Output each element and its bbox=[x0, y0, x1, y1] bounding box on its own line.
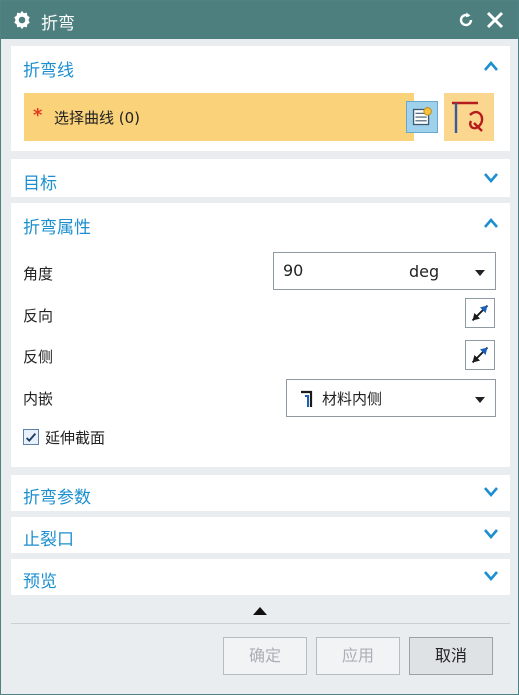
extend-section-label[interactable]: 延伸截面 bbox=[45, 427, 105, 448]
required-marker: * bbox=[33, 105, 43, 126]
reverse-direction-label: 反向 bbox=[23, 307, 54, 325]
relief-title: 止裂口 bbox=[23, 530, 74, 550]
checkmark-icon bbox=[25, 432, 37, 443]
inset-value: 材料内侧 bbox=[322, 390, 383, 408]
apply-button[interactable]: 应用 bbox=[316, 637, 400, 675]
footer-divider bbox=[11, 623, 510, 624]
chevron-up-icon[interactable] bbox=[483, 217, 499, 229]
relief-section[interactable]: 止裂口 bbox=[11, 517, 510, 553]
angle-value[interactable]: 90 bbox=[283, 261, 303, 280]
window-title: 折弯 bbox=[41, 14, 75, 34]
reset-icon[interactable] bbox=[456, 10, 476, 30]
title-bar[interactable]: 折弯 bbox=[1, 1, 518, 39]
bend-line-title[interactable]: 折弯线 bbox=[23, 56, 74, 81]
flip-direction-icon bbox=[471, 304, 489, 322]
material-inside-icon bbox=[301, 390, 313, 407]
preview-section[interactable]: 预览 bbox=[11, 559, 510, 595]
collapse-arrow-icon[interactable] bbox=[253, 607, 267, 615]
cancel-button[interactable]: 取消 bbox=[409, 637, 493, 675]
flip-side-icon bbox=[471, 346, 489, 364]
bend-dialog: 折弯 折弯线 * 选择曲线 (0) 目标 折弯属性 角度 90 deg 反向 反… bbox=[0, 0, 519, 695]
target-title: 目标 bbox=[23, 174, 57, 194]
sketch-curve-icon bbox=[452, 101, 484, 133]
flip-side-label: 反侧 bbox=[23, 348, 54, 366]
target-section[interactable]: 目标 bbox=[11, 159, 510, 197]
reverse-direction-button[interactable] bbox=[465, 298, 495, 328]
caret-down-icon[interactable] bbox=[475, 397, 485, 403]
select-curve-row[interactable]: * 选择曲线 (0) bbox=[24, 93, 414, 141]
preview-title: 预览 bbox=[23, 572, 57, 592]
gear-icon bbox=[14, 10, 30, 30]
angle-unit: deg bbox=[409, 262, 440, 281]
flip-side-button[interactable] bbox=[465, 340, 495, 370]
bend-parameters-section[interactable]: 折弯参数 bbox=[11, 475, 510, 511]
sketch-section-button[interactable] bbox=[444, 93, 494, 141]
ok-button[interactable]: 确定 bbox=[223, 637, 307, 675]
close-icon[interactable] bbox=[485, 10, 505, 30]
caret-down-icon[interactable] bbox=[475, 270, 485, 276]
bend-properties-title[interactable]: 折弯属性 bbox=[23, 213, 91, 238]
bend-line-section: 折弯线 * 选择曲线 (0) bbox=[11, 46, 510, 151]
inset-dropdown[interactable]: 材料内侧 bbox=[286, 379, 496, 417]
select-curve-label: 选择曲线 (0) bbox=[54, 109, 141, 127]
chevron-down-icon[interactable] bbox=[483, 172, 499, 184]
bend-properties-section: 折弯属性 角度 90 deg 反向 反侧 内嵌 材料内侧 延伸截面 bbox=[11, 203, 510, 467]
curve-rule-icon bbox=[412, 107, 432, 126]
extend-section-checkbox[interactable] bbox=[23, 429, 39, 445]
angle-label: 角度 bbox=[23, 265, 54, 283]
curve-rule-button[interactable] bbox=[406, 101, 438, 133]
chevron-down-icon[interactable] bbox=[483, 486, 499, 498]
bend-parameters-title: 折弯参数 bbox=[23, 488, 91, 508]
angle-field[interactable]: 90 deg bbox=[273, 252, 496, 290]
chevron-down-icon[interactable] bbox=[483, 570, 499, 582]
chevron-up-icon[interactable] bbox=[483, 60, 499, 72]
inset-label: 内嵌 bbox=[23, 390, 54, 408]
chevron-down-icon[interactable] bbox=[483, 528, 499, 540]
